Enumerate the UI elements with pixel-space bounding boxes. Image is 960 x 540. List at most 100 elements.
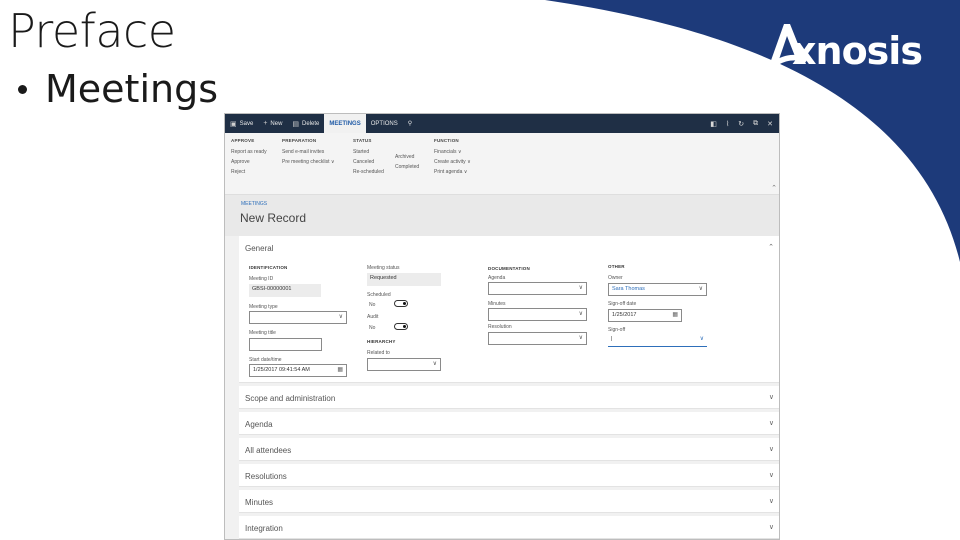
start-datetime-value: 1/25/2017 09:41:54 AM [253, 367, 310, 373]
ribbon-group-status-col2: Archived Completed [395, 152, 419, 172]
popout-icon[interactable]: ⧉ [753, 120, 758, 128]
ribbon-group-preparation: PREPARATION Send e-mail invites Pre meet… [282, 138, 335, 167]
text-cursor: | [611, 336, 613, 342]
completed-action[interactable]: Completed [395, 162, 419, 172]
chevron-down-icon: ∨ [698, 286, 703, 292]
identification-group-title: IDENTIFICATION [249, 265, 288, 270]
calendar-icon[interactable]: ▦ [672, 310, 678, 321]
chevron-up-icon[interactable]: ⌃ [768, 243, 774, 251]
signoff-date-value: 1/25/2017 [612, 312, 637, 318]
save-icon: ▣ [230, 120, 237, 128]
refresh-icon[interactable]: ↻ [738, 120, 744, 128]
chevron-down-icon: ∨ [578, 335, 583, 341]
meeting-type-select[interactable]: ∨ [249, 311, 347, 324]
owner-lookup[interactable]: Sara Thomas ∨ [608, 283, 707, 296]
audit-value: No [369, 325, 376, 331]
section-title: Agenda [245, 420, 273, 429]
related-to-label: Related to [367, 350, 390, 356]
ribbon-group-status: STATUS Started Canceled Re-scheduled [353, 138, 384, 177]
chevron-down-icon[interactable]: ∨ [769, 523, 774, 531]
report-as-ready-action[interactable]: Report as ready [231, 147, 267, 157]
start-datetime-label: Start date/time [249, 357, 282, 363]
record-header: MEETINGS New Record [225, 195, 779, 236]
ribbon-group-title: APPROVE [231, 138, 255, 143]
section-title[interactable]: General [245, 244, 273, 253]
meeting-id-label: Meeting ID [249, 276, 274, 282]
documentation-group-title: DOCUMENTATION [488, 266, 530, 271]
pre-meeting-checklist-action[interactable]: Pre meeting checklist ∨ [282, 157, 335, 167]
ribbon-group-approve: APPROVE Report as ready Approve Reject [231, 138, 267, 177]
section-agenda[interactable]: Agenda ∨ [239, 412, 779, 435]
chevron-down-icon[interactable]: ∨ [769, 419, 774, 427]
resolution-select[interactable]: ∨ [488, 332, 587, 345]
meeting-id-field: GBSI-00000001 [249, 284, 321, 297]
save-button[interactable]: ▣ Save [225, 114, 258, 133]
section-minutes[interactable]: Minutes ∨ [239, 490, 779, 513]
hierarchy-group-title: HIERARCHY [367, 339, 396, 344]
attach-icon[interactable]: ⌇ [726, 120, 729, 128]
new-button[interactable]: + New [258, 114, 287, 133]
chevron-down-icon: ∨ [578, 311, 583, 317]
archived-action[interactable]: Archived [395, 152, 419, 162]
audit-toggle[interactable] [394, 323, 408, 330]
minutes-select[interactable]: ∨ [488, 308, 587, 321]
scheduled-label: Scheduled [367, 292, 391, 298]
new-label: New [270, 120, 283, 127]
calendar-icon[interactable]: ▦ [337, 365, 343, 376]
started-action[interactable]: Started [353, 147, 384, 157]
owner-value[interactable]: Sara Thomas [612, 286, 645, 292]
ribbon-group-function: FUNCTION Financials ∨ Create activity ∨ … [434, 138, 471, 177]
section-title: Minutes [245, 498, 274, 507]
chevron-down-icon: ∨ [699, 336, 704, 342]
scheduled-value: No [369, 302, 376, 308]
send-email-invites-action[interactable]: Send e-mail invites [282, 147, 335, 157]
signoff-select[interactable]: | ∨ [608, 334, 707, 347]
owner-label: Owner [608, 275, 623, 281]
search-button[interactable]: ⚲ [403, 114, 417, 133]
breadcrumb[interactable]: MEETINGS [241, 201, 267, 207]
signoff-label: Sign-off [608, 327, 626, 333]
section-all-attendees[interactable]: All attendees ∨ [239, 438, 779, 461]
ribbon-group-title: PREPARATION [282, 138, 317, 143]
ribbon-group-title: STATUS [353, 138, 372, 143]
trash-icon: ▤ [292, 120, 300, 128]
collapse-ribbon-icon[interactable]: ⌃ [771, 184, 777, 192]
delete-label: Delete [302, 120, 320, 127]
tab-options[interactable]: OPTIONS [366, 114, 403, 133]
chevron-down-icon[interactable]: ∨ [769, 445, 774, 453]
canceled-action[interactable]: Canceled [353, 157, 384, 167]
start-datetime-input[interactable]: 1/25/2017 09:41:54 AM ▦ [249, 364, 347, 377]
approve-action[interactable]: Approve [231, 157, 267, 167]
create-activity-action[interactable]: Create activity ∨ [434, 157, 471, 167]
chevron-down-icon[interactable]: ∨ [769, 497, 774, 505]
close-icon[interactable]: ✕ [767, 120, 773, 128]
plus-icon: + [263, 120, 268, 127]
section-resolutions[interactable]: Resolutions ∨ [239, 464, 779, 487]
meeting-status-field: Requested [367, 273, 441, 286]
section-title: All attendees [245, 446, 292, 455]
rescheduled-action[interactable]: Re-scheduled [353, 167, 384, 177]
scheduled-toggle[interactable] [394, 300, 408, 307]
command-bar: ▣ Save + New ▤ Delete MEETINGS OPTIONS ⚲… [225, 114, 779, 133]
signoff-date-input[interactable]: 1/25/2017 ▦ [608, 309, 682, 322]
ribbon-group-title: FUNCTION [434, 138, 459, 143]
section-scope-and-administration[interactable]: Scope and administration ∨ [239, 386, 779, 409]
agenda-select[interactable]: ∨ [488, 282, 587, 295]
reject-action[interactable]: Reject [231, 167, 267, 177]
chevron-down-icon[interactable]: ∨ [769, 471, 774, 479]
financials-action[interactable]: Financials ∨ [434, 147, 471, 157]
meeting-title-input[interactable] [249, 338, 322, 351]
section-integration[interactable]: Integration ∨ [239, 516, 779, 539]
chevron-down-icon[interactable]: ∨ [769, 393, 774, 401]
related-to-select[interactable]: ∨ [367, 358, 441, 371]
minutes-label: Minutes [488, 301, 506, 307]
print-agenda-action[interactable]: Print agenda ∨ [434, 167, 471, 177]
app-window: ▣ Save + New ▤ Delete MEETINGS OPTIONS ⚲… [224, 113, 780, 540]
delete-button[interactable]: ▤ Delete [287, 114, 324, 133]
section-general: General ⌃ IDENTIFICATION Meeting ID GBSI… [239, 236, 779, 383]
search-icon: ⚲ [407, 121, 413, 127]
audit-label: Audit [367, 314, 379, 320]
chevron-down-icon: ∨ [432, 361, 437, 367]
office-icon[interactable]: ◧ [710, 120, 717, 128]
tab-meetings[interactable]: MEETINGS [324, 114, 366, 133]
